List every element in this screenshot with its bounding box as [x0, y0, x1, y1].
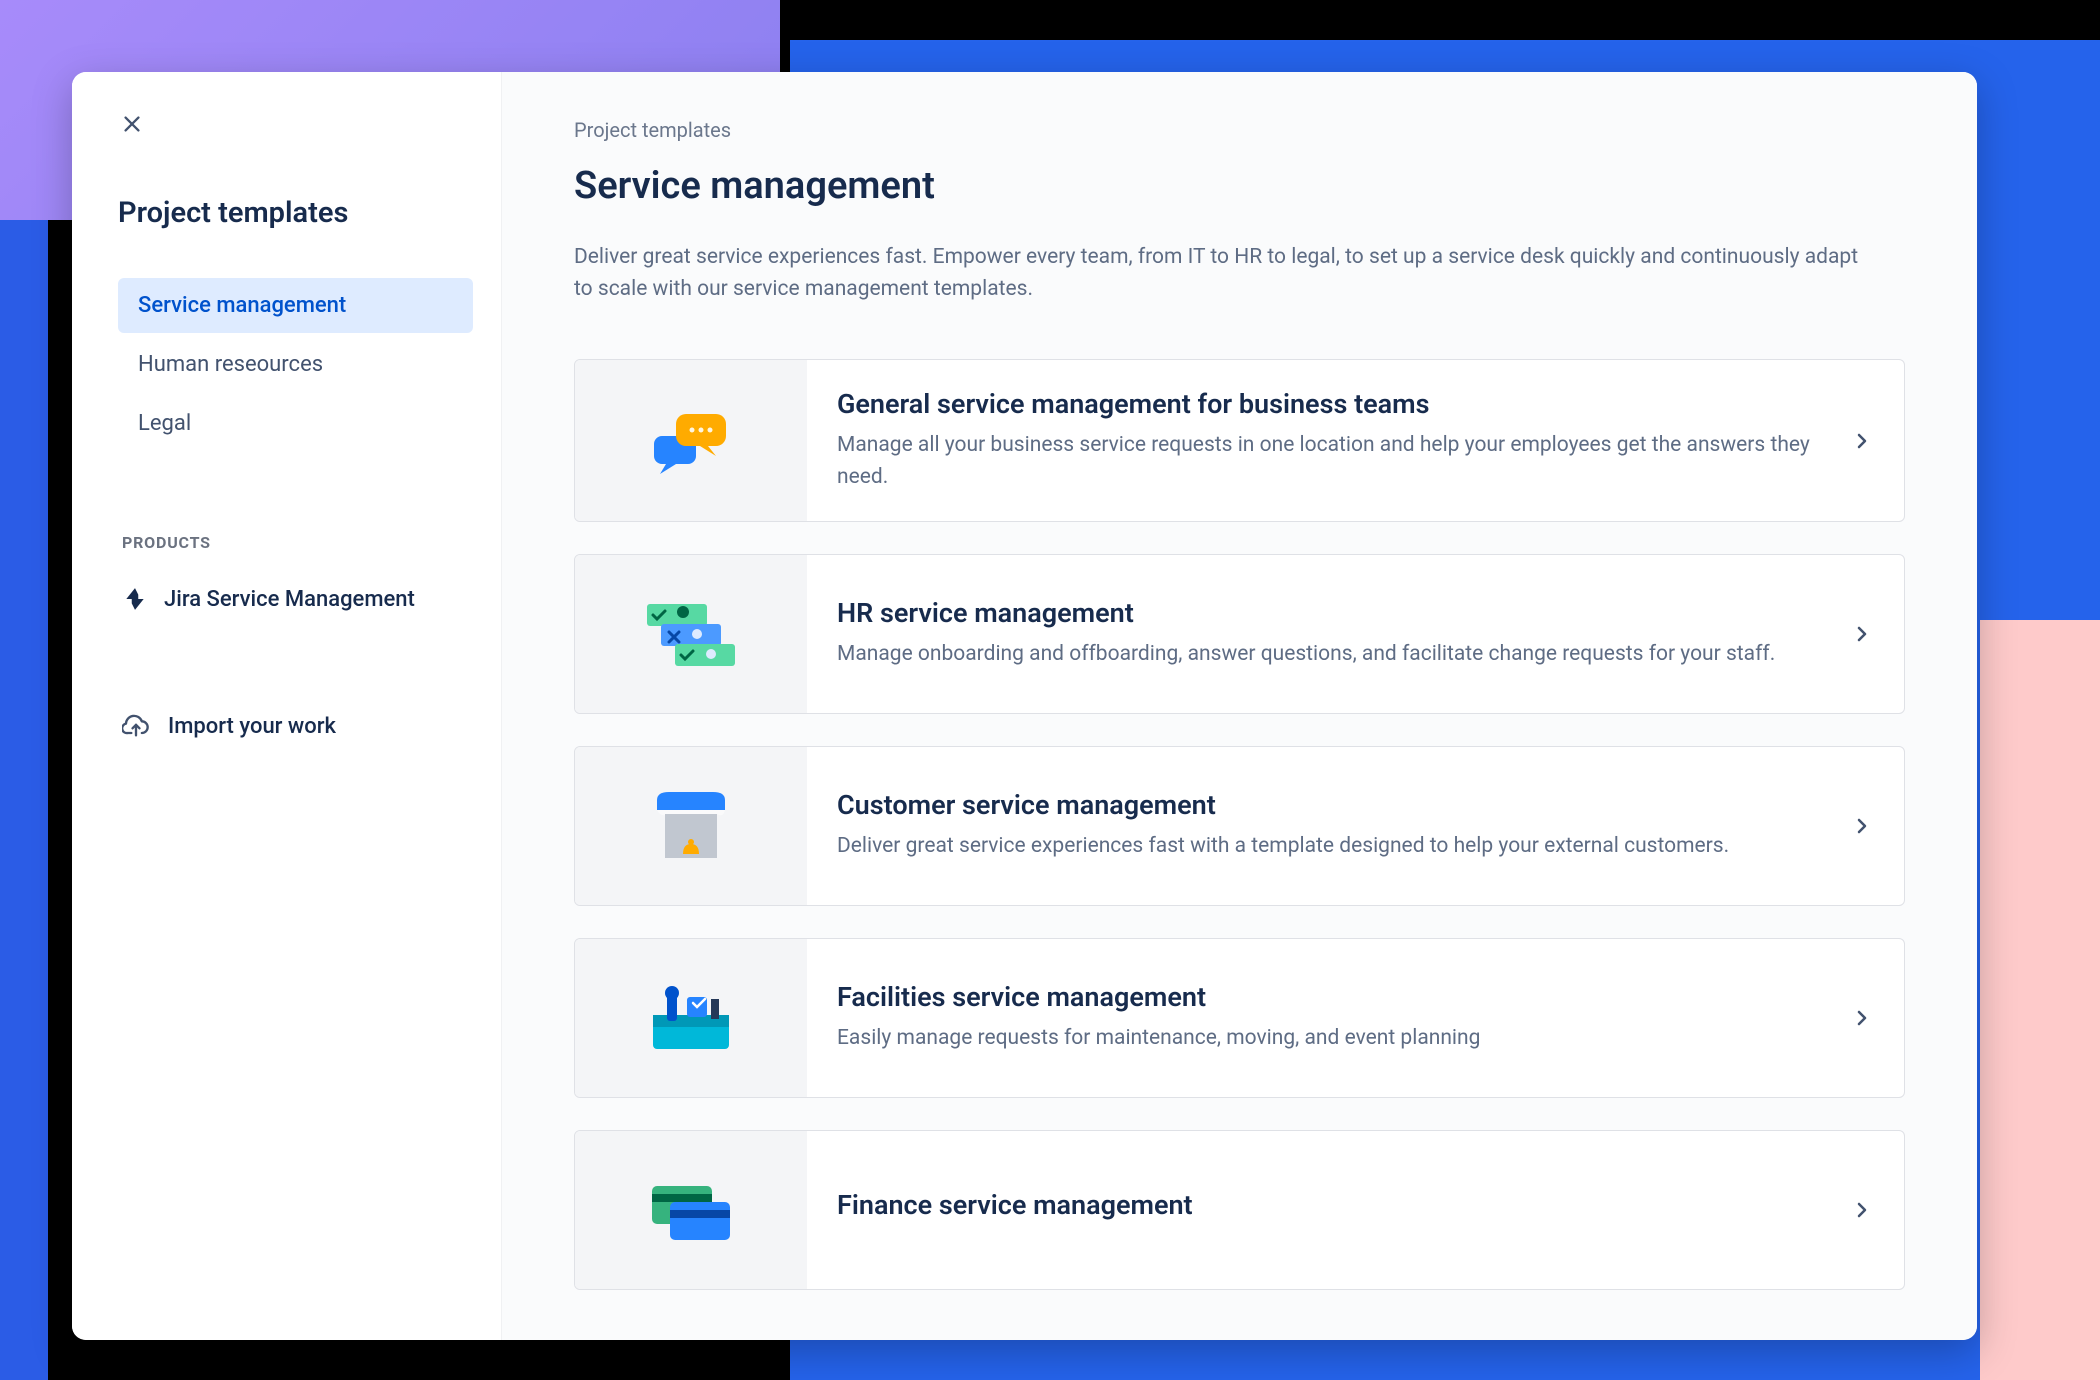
template-thumbnail: [575, 747, 807, 905]
template-body: General service management for business …: [807, 360, 1904, 521]
sidebar-item-service-management[interactable]: Service management: [118, 278, 473, 333]
templates-modal: Project templates Service management Hum…: [72, 72, 1977, 1340]
import-your-work[interactable]: Import your work: [118, 704, 473, 748]
template-body: Facilities service management Easily man…: [807, 939, 1904, 1097]
template-title: General service management for business …: [837, 388, 1826, 420]
template-desc: Easily manage requests for maintenance, …: [837, 1023, 1826, 1055]
chevron-right-icon: [1850, 429, 1874, 453]
finance-icon: [646, 1180, 736, 1240]
hr-icon: [641, 598, 741, 670]
sidebar-item-label: Service management: [138, 293, 346, 318]
template-body: Customer service management Deliver grea…: [807, 747, 1904, 905]
template-title: HR service management: [837, 597, 1826, 629]
template-title: Customer service management: [837, 789, 1826, 821]
template-desc: Manage onboarding and offboarding, answe…: [837, 639, 1826, 671]
template-thumbnail: [575, 939, 807, 1097]
template-finance-service[interactable]: Finance service management: [574, 1130, 1905, 1290]
template-desc: Deliver great service experiences fast w…: [837, 831, 1826, 863]
product-jira-service-management[interactable]: Jira Service Management: [118, 578, 473, 620]
jira-icon: [122, 586, 148, 612]
template-list: General service management for business …: [574, 359, 1905, 1290]
template-hr-service[interactable]: HR service management Manage onboarding …: [574, 554, 1905, 714]
sidebar-item-label: Legal: [138, 411, 191, 436]
template-desc: Manage all your business service request…: [837, 430, 1826, 493]
sidebar-item-human-resources[interactable]: Human reseources: [118, 337, 473, 392]
chevron-right-icon: [1850, 814, 1874, 838]
bg-decor-peach: [1980, 620, 2100, 1380]
template-thumbnail: [575, 1131, 807, 1289]
template-customer-service[interactable]: Customer service management Deliver grea…: [574, 746, 1905, 906]
import-label: Import your work: [168, 714, 336, 739]
cloud-upload-icon: [122, 712, 150, 740]
chevron-right-icon: [1850, 1006, 1874, 1030]
chat-icon: [646, 406, 736, 476]
sidebar-title: Project templates: [118, 196, 473, 230]
bg-decor-blue-left: [0, 220, 48, 1380]
template-thumbnail: [575, 555, 807, 713]
storefront-icon: [647, 788, 735, 864]
sidebar-item-label: Human reseources: [138, 352, 323, 377]
breadcrumb[interactable]: Project templates: [574, 118, 1905, 142]
template-body: Finance service management: [807, 1131, 1904, 1289]
template-facilities-service[interactable]: Facilities service management Easily man…: [574, 938, 1905, 1098]
sidebar-item-legal[interactable]: Legal: [118, 396, 473, 451]
chevron-right-icon: [1850, 1198, 1874, 1222]
main-content: Project templates Service management Del…: [502, 72, 1977, 1340]
page-title: Service management: [574, 164, 1905, 208]
template-general-service[interactable]: General service management for business …: [574, 359, 1905, 522]
close-button[interactable]: [118, 110, 146, 138]
close-icon: [121, 113, 143, 135]
products-section-label: PRODUCTS: [118, 533, 473, 552]
toolbox-icon: [643, 983, 739, 1053]
template-title: Finance service management: [837, 1189, 1826, 1221]
sidebar: Project templates Service management Hum…: [72, 72, 502, 1340]
product-label: Jira Service Management: [164, 587, 415, 612]
chevron-right-icon: [1850, 622, 1874, 646]
template-body: HR service management Manage onboarding …: [807, 555, 1904, 713]
page-description: Deliver great service experiences fast. …: [574, 242, 1864, 305]
template-title: Facilities service management: [837, 981, 1826, 1013]
template-thumbnail: [575, 360, 807, 521]
